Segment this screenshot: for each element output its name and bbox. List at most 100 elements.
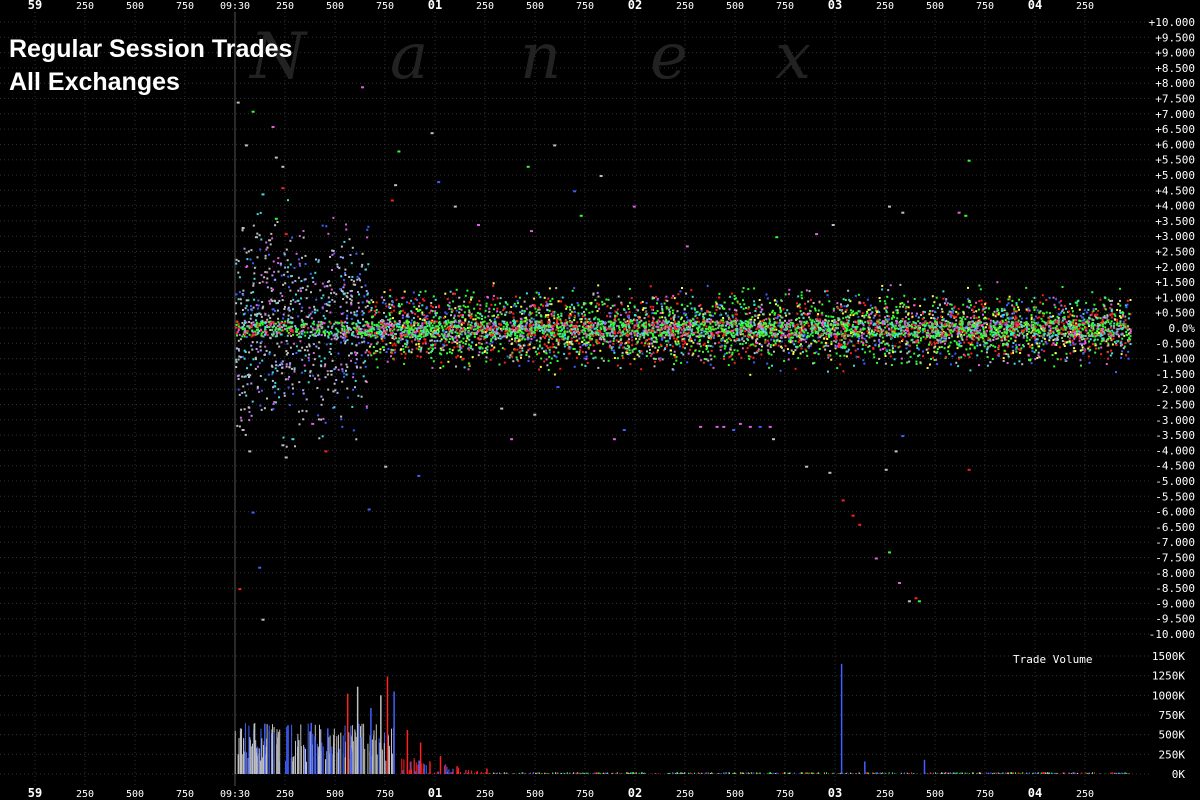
- trade-point: [330, 288, 333, 291]
- trade-point: [833, 329, 836, 332]
- trade-point: [563, 352, 566, 355]
- trade-point: [455, 309, 458, 312]
- trade-point: [521, 349, 524, 352]
- trade-point: [448, 351, 451, 354]
- trade-point: [272, 313, 275, 316]
- trade-point: [718, 307, 721, 310]
- trade-point: [625, 311, 628, 314]
- trade-point: [930, 317, 933, 319]
- trade-point: [537, 306, 540, 309]
- trade-point: [329, 342, 332, 345]
- trade-point: [235, 347, 238, 350]
- trade-point: [313, 358, 316, 361]
- trade-point: [243, 357, 246, 360]
- trade-point: [1055, 298, 1058, 301]
- trade-point: [1121, 350, 1124, 353]
- trade-point: [764, 341, 767, 344]
- trade-point: [804, 313, 807, 316]
- trade-point: [1096, 313, 1099, 316]
- trade-point: [326, 285, 329, 288]
- trade-point: [994, 345, 997, 348]
- trade-point: [277, 270, 280, 273]
- trade-point: [288, 286, 290, 289]
- trade-point: [707, 350, 710, 353]
- trade-point: [364, 365, 367, 368]
- trade-point: [1111, 312, 1114, 315]
- trade-point: [647, 315, 650, 318]
- trade-point: [717, 327, 720, 329]
- trade-point: [350, 311, 352, 314]
- trade-point: [916, 312, 918, 315]
- trade-point: [583, 342, 586, 345]
- trade-point: [794, 340, 797, 343]
- trade-point: [333, 252, 336, 255]
- trade-point: [723, 307, 726, 310]
- trade-point: [314, 271, 317, 274]
- trade-point: [258, 282, 261, 284]
- trade-point: [328, 304, 331, 307]
- trade-point: [692, 341, 695, 344]
- trade-point: [1018, 360, 1021, 363]
- trade-point: [340, 418, 343, 421]
- trade-point: [1007, 302, 1010, 305]
- trade-point: [246, 367, 248, 370]
- trade-point: [468, 309, 471, 312]
- trade-point: [1112, 337, 1115, 340]
- trade-point: [341, 290, 344, 293]
- trade-point: [564, 337, 567, 340]
- trade-point: [478, 351, 481, 354]
- trade-point: [374, 313, 376, 316]
- trade-point: [462, 345, 465, 348]
- trade-point: [322, 398, 324, 401]
- trade-point: [361, 313, 364, 316]
- trade-point: [235, 293, 238, 296]
- trade-point: [1110, 316, 1113, 319]
- trade-point: [545, 345, 548, 347]
- trade-point: [843, 341, 846, 343]
- trade-point: [921, 317, 924, 320]
- trade-point: [235, 302, 238, 305]
- trade-point: [960, 356, 963, 359]
- trade-point: [794, 367, 797, 370]
- trade-point: [613, 337, 615, 340]
- trade-point: [348, 238, 351, 241]
- trade-point: [247, 309, 250, 312]
- trade-point: [893, 358, 896, 361]
- trade-point: [1086, 311, 1088, 314]
- trade-point: [774, 342, 777, 345]
- trade-point: [723, 301, 726, 304]
- trade-point: [350, 359, 352, 362]
- trade-point: [661, 311, 664, 314]
- trade-point: [511, 338, 513, 341]
- trade-point: [272, 408, 275, 411]
- trade-point: [850, 340, 853, 343]
- trade-point: [1065, 307, 1067, 310]
- trade-point: [1007, 298, 1010, 301]
- trade-point: [496, 310, 499, 313]
- trade-point: [250, 291, 253, 294]
- trade-point: [255, 319, 257, 322]
- trade-point: [1019, 315, 1022, 318]
- trade-point: [681, 339, 684, 342]
- trade-point: [933, 341, 936, 344]
- trade-point: [617, 295, 620, 298]
- trade-point: [1034, 358, 1037, 360]
- trade-point: [281, 372, 284, 375]
- trade-point: [612, 340, 615, 342]
- trade-point: [733, 361, 736, 364]
- trade-point: [1054, 306, 1057, 309]
- trade-point: [367, 263, 370, 266]
- trade-point: [306, 285, 309, 288]
- trade-point: [998, 300, 1001, 303]
- trade-point: [263, 353, 266, 356]
- trade-point: [295, 352, 298, 354]
- trade-point: [1043, 350, 1046, 353]
- trade-point: [776, 339, 779, 342]
- trade-point: [723, 347, 726, 350]
- trade-point: [383, 291, 386, 294]
- trade-point: [352, 388, 355, 391]
- trade-point: [532, 323, 535, 326]
- trade-point: [609, 344, 611, 347]
- trade-point: [736, 349, 739, 352]
- trade-point: [946, 302, 949, 305]
